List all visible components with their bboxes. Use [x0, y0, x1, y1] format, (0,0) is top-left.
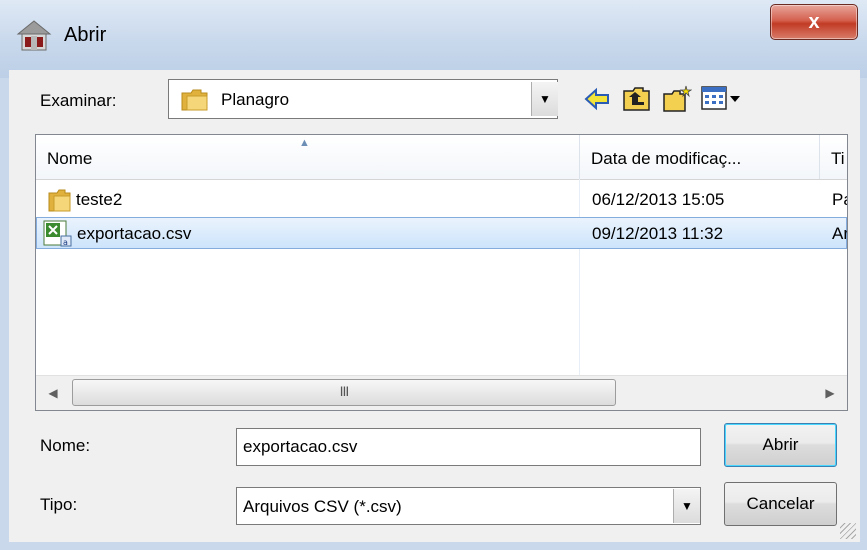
file-type: Ar	[832, 224, 848, 243]
lookin-combobox[interactable]: Planagro ▼	[168, 79, 558, 119]
lookin-label: Examinar:	[40, 91, 117, 110]
view-menu-icon[interactable]	[700, 84, 744, 114]
scroll-thumb[interactable]: III	[72, 379, 616, 406]
file-list[interactable]: Nome Data de modificaç... Ti ▲ teste2 06…	[35, 134, 848, 411]
filename-label: Nome:	[40, 436, 91, 455]
up-folder-icon[interactable]	[622, 84, 652, 114]
filetype-dropdown-button[interactable]: ▼	[673, 489, 700, 523]
chevron-down-icon: ▼	[539, 92, 551, 106]
file-date: 06/12/2013 15:05	[592, 190, 725, 209]
scroll-right-button[interactable]: ▶	[813, 376, 847, 410]
app-icon	[16, 20, 52, 51]
folder-icon	[181, 89, 208, 111]
list-header: Nome Data de modificaç... Ti ▲	[36, 135, 847, 180]
resize-grip[interactable]	[840, 523, 856, 539]
file-type: Pa	[832, 190, 847, 209]
folder-icon	[48, 189, 71, 212]
file-date: 09/12/2013 11:32	[592, 224, 724, 243]
chevron-right-icon: ▶	[825, 386, 835, 400]
cancel-button[interactable]: Cancelar	[724, 482, 837, 526]
title-bar[interactable]: Abrir x	[0, 0, 867, 78]
chevron-down-icon: ▼	[681, 499, 693, 513]
back-icon[interactable]	[582, 84, 612, 114]
filename-input[interactable]	[236, 428, 701, 466]
close-button[interactable]: x	[770, 4, 858, 40]
open-button[interactable]: Abrir	[724, 423, 837, 467]
svg-text:a: a	[63, 238, 68, 247]
new-folder-icon[interactable]	[662, 84, 692, 114]
csv-file-icon: a	[43, 220, 72, 247]
list-item-selected[interactable]: a exportacao.csv 09/12/2013 11:32 Ar	[36, 217, 847, 249]
list-item[interactable]: teste2 06/12/2013 15:05 Pa	[36, 184, 847, 216]
file-name: exportacao.csv	[77, 224, 192, 243]
column-header-date[interactable]: Data de modificaç...	[580, 135, 820, 179]
chevron-left-icon: ◀	[48, 386, 58, 400]
sort-ascending-icon: ▲	[299, 137, 310, 149]
lookin-value: Planagro	[221, 90, 290, 109]
filetype-label: Tipo:	[40, 495, 78, 514]
filetype-value: Arquivos CSV (*.csv)	[243, 497, 402, 516]
scroll-left-button[interactable]: ◀	[36, 376, 70, 410]
horizontal-scrollbar[interactable]: ◀ III ▶	[36, 375, 847, 410]
file-name: teste2	[76, 190, 123, 209]
lookin-dropdown-button[interactable]: ▼	[531, 82, 558, 116]
open-file-dialog: Abrir x Examinar: Planagro ▼ Nome Data d…	[0, 0, 867, 550]
filetype-combobox[interactable]: Arquivos CSV (*.csv) ▼	[236, 487, 701, 525]
window-title: Abrir	[64, 24, 107, 46]
column-header-type[interactable]: Ti	[820, 135, 847, 179]
